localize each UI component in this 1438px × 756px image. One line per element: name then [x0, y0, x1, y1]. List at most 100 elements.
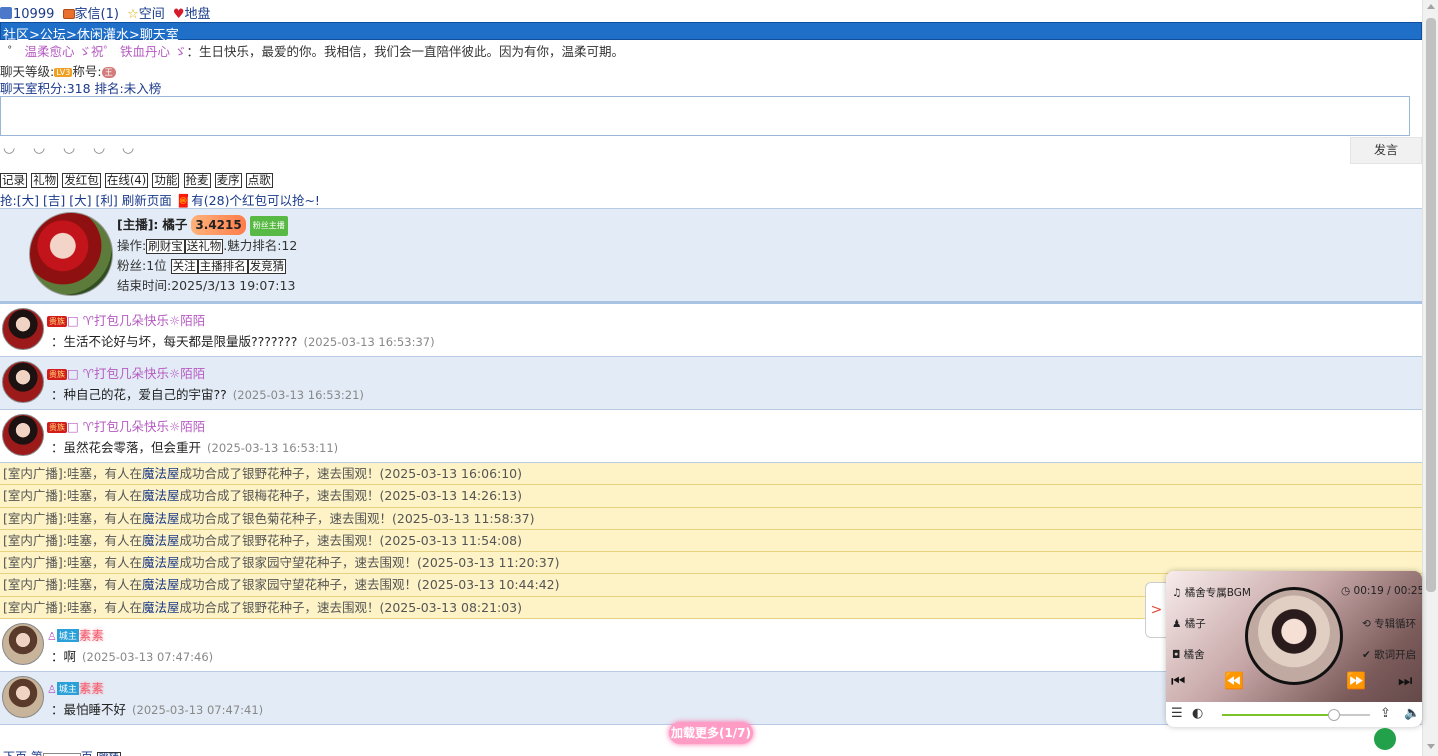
request-song-button[interactable]: 点歌 — [245, 173, 273, 188]
avatar[interactable] — [2, 623, 44, 666]
emoji-smile-icon[interactable]: ◡ — [3, 140, 15, 156]
grab-item[interactable]: [大] — [17, 193, 39, 208]
grab-mic-button[interactable]: 抢麦 — [183, 173, 211, 188]
space-link[interactable]: ☆空间 — [127, 7, 165, 22]
float-action-button[interactable] — [1374, 728, 1396, 750]
load-more-button[interactable]: 加载更多(1/7) — [669, 722, 753, 744]
treasure-button[interactable]: 刷财宝 — [146, 239, 185, 254]
emoji-smile-icon[interactable]: ◡ — [93, 140, 105, 156]
rewind-icon[interactable]: ⏪ — [1224, 671, 1244, 690]
host-rank-button[interactable]: 主播排名 — [197, 259, 248, 274]
emoji-smile-icon[interactable]: ◡ — [33, 140, 45, 156]
avatar[interactable] — [2, 414, 44, 456]
online-button[interactable]: 在线(4) — [104, 173, 149, 188]
progress-knob[interactable] — [1328, 709, 1341, 721]
avatar[interactable] — [2, 676, 44, 719]
album-name: 橘舍 — [1183, 649, 1205, 661]
message-author[interactable]: □ ♈打包几朵快乐☼陌陌 — [67, 366, 205, 381]
lyrics-toggle[interactable]: ✔ 歌词开启 — [1362, 647, 1416, 662]
message-author[interactable]: 素素 — [79, 681, 104, 696]
avatar[interactable] — [2, 308, 44, 350]
avatar[interactable] — [2, 361, 44, 403]
player-collapse-tab[interactable]: > — [1145, 582, 1167, 638]
next-page-link[interactable]: 下页 — [3, 750, 27, 756]
message-author-line: ♙ 城主 素素 — [47, 625, 104, 644]
mail-link[interactable]: 家信(1) — [62, 7, 119, 22]
redpack-icon: 🧧 — [175, 193, 192, 208]
message-text: ：啊 — [51, 649, 77, 665]
volume-icon[interactable]: 🔈 — [1404, 706, 1420, 721]
send-button[interactable]: 发言 — [1350, 137, 1422, 164]
grab-item[interactable]: [吉] — [43, 193, 65, 208]
message-text: ：种自己的花，爱自己的宇宙?? — [51, 387, 227, 402]
host-role: [主播]: — [117, 217, 159, 232]
skip-first-icon[interactable]: ⏮ — [1171, 671, 1185, 691]
jump-button[interactable]: 跳转 — [96, 752, 121, 756]
follow-button[interactable]: 关注 — [170, 259, 198, 274]
greeting-from-user[interactable]: 温柔愈心 — [25, 44, 75, 59]
message-input[interactable] — [0, 96, 1410, 136]
magic-house-link[interactable]: 魔法屋 — [142, 577, 180, 592]
message-author-line: ♙ 城主 素素 — [47, 678, 104, 697]
refresh-link[interactable]: 刷新页面 — [122, 193, 172, 208]
message-body-line: ：啊 (2025-03-13 07:47:46) — [51, 646, 213, 665]
user-id-link[interactable]: 10999 — [0, 7, 54, 22]
host-score: 3.4215 — [191, 215, 246, 235]
scroll-up-icon[interactable] — [1427, 4, 1435, 9]
greeting-mark: ゞ — [174, 44, 187, 59]
share-icon[interactable]: ⇪ — [1380, 706, 1391, 721]
message-text: ：虽然花会零落，但会重开 — [51, 440, 202, 455]
message-author-line: 贵族 □ ♈打包几朵快乐☼陌陌 — [47, 363, 205, 382]
skip-last-icon[interactable]: ⏭ — [1398, 671, 1412, 691]
magic-house-link[interactable]: 魔法屋 — [142, 600, 180, 615]
message-author[interactable]: □ ♈打包几朵快乐☼陌陌 — [67, 419, 205, 434]
host-name[interactable]: 橘子 — [162, 217, 187, 232]
noble-badge: 贵族 — [47, 316, 67, 327]
chat-message: 贵族 □ ♈打包几朵快乐☼陌陌 ：生活不论好与坏，每天都是限量版??????? (2… — [0, 304, 1422, 357]
mic-queue-button[interactable]: 麦序 — [214, 173, 242, 188]
compete-button[interactable]: 发竞猜 — [247, 259, 287, 274]
host-avatar[interactable] — [29, 212, 113, 296]
album-cover-disc — [1245, 587, 1343, 685]
magic-house-link[interactable]: 魔法屋 — [142, 488, 180, 503]
message-time: (2025-03-13 07:47:41) — [132, 703, 264, 718]
scrollbar-thumb[interactable] — [1426, 18, 1436, 592]
send-redpack-button[interactable]: 发红包 — [62, 173, 101, 188]
gift-button[interactable]: 礼物 — [31, 173, 59, 188]
toggle-switch-icon[interactable]: ◐ — [1192, 706, 1203, 721]
magic-house-link[interactable]: 魔法屋 — [142, 466, 180, 481]
magic-house-link[interactable]: 魔法屋 — [142, 511, 180, 526]
fan-host-badge: 粉丝主播 — [249, 216, 288, 236]
message-author[interactable]: 素素 — [79, 628, 104, 643]
message-body-line: ：虽然花会零落，但会重开 (2025-03-13 16:53:11) — [51, 437, 338, 456]
message-author-line: 贵族 □ ♈打包几朵快乐☼陌陌 — [47, 416, 205, 435]
emoji-smile-icon[interactable]: ◡ — [63, 140, 75, 156]
play-mode-toggle[interactable]: ⟲ 专辑循环 — [1362, 616, 1416, 631]
functions-button[interactable]: 功能 — [152, 173, 180, 188]
grab-item[interactable]: [利] — [95, 193, 117, 208]
artist-line: ♟ 橘子 — [1172, 616, 1206, 631]
playlist-icon[interactable]: ☰ — [1171, 706, 1183, 721]
emoji-row: ◡ ◡ ◡ ◡ ◡ 发言 — [0, 136, 1422, 166]
broadcast-prefix: [室内广播]:哇塞，有人在 — [3, 577, 142, 593]
redpack-link[interactable]: 有(28)个红包可以抢~! — [191, 193, 320, 208]
song-title: 橘舍专属BGM — [1184, 587, 1251, 599]
history-button[interactable]: 记录 — [0, 173, 27, 188]
broadcast-prefix: [室内广播]:哇塞，有人在 — [3, 532, 142, 548]
page-number-input[interactable] — [42, 752, 81, 756]
broadcast-prefix: [室内广播]:哇塞，有人在 — [3, 466, 142, 481]
greeting-to-user[interactable]: 铁血丹心 — [120, 44, 170, 59]
grab-item[interactable]: [大] — [69, 193, 91, 208]
broadcast-time: (2025-03-13 11:58:37) — [392, 510, 535, 526]
song-time: 00:19 / 00:25 — [1353, 585, 1422, 597]
emoji-smile-icon[interactable]: ◡ — [122, 140, 134, 156]
magic-house-link[interactable]: 魔法屋 — [142, 555, 180, 570]
magic-house-link[interactable]: 魔法屋 — [142, 533, 180, 548]
progress-bar[interactable] — [1222, 709, 1370, 721]
scroll-down-icon[interactable] — [1427, 744, 1435, 749]
forward-icon[interactable]: ⏩ — [1346, 671, 1366, 690]
message-author[interactable]: □ ♈打包几朵快乐☼陌陌 — [67, 313, 205, 328]
send-gift-button[interactable]: 送礼物 — [184, 239, 224, 254]
page-scrollbar[interactable] — [1422, 0, 1438, 756]
turf-link[interactable]: ♥地盘 — [173, 7, 211, 22]
